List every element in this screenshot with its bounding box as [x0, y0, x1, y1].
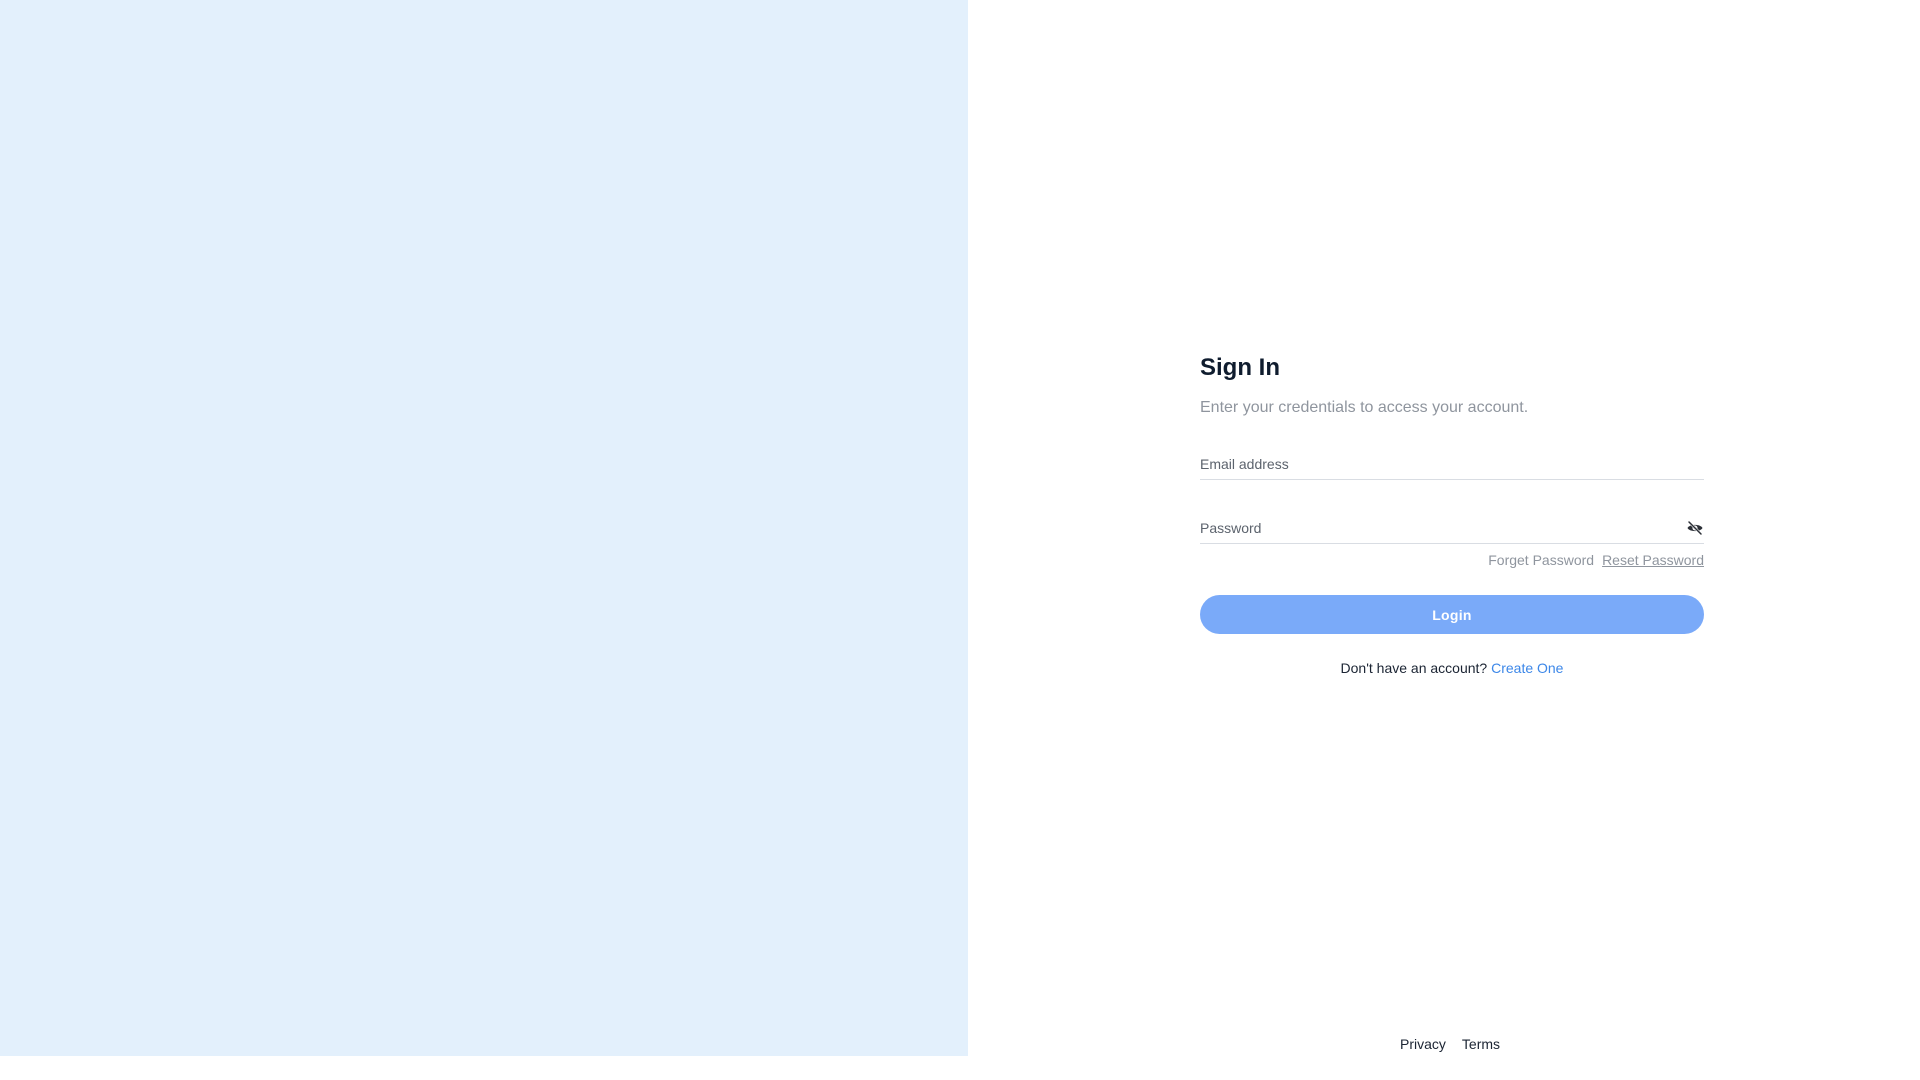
page-title: Sign In — [1200, 354, 1280, 381]
privacy-link[interactable]: Privacy — [1400, 1035, 1446, 1053]
footer-links: Privacy Terms — [1400, 1035, 1500, 1053]
email-field[interactable] — [1200, 448, 1704, 479]
create-account-link[interactable]: Create One — [1491, 660, 1563, 676]
password-field[interactable] — [1200, 512, 1704, 543]
password-field-container — [1200, 512, 1704, 544]
signin-form: Sign In Enter your credentials to access… — [1200, 350, 1704, 677]
page-subtitle: Enter your credentials to access your ac… — [1200, 399, 1529, 416]
forget-password-text: Forget Password — [1488, 552, 1595, 568]
login-button[interactable]: Login — [1200, 595, 1704, 634]
terms-link[interactable]: Terms — [1462, 1035, 1500, 1053]
password-help-row: Forget Password Reset Password — [1200, 551, 1704, 569]
left-illustration-panel — [0, 0, 968, 1056]
eye-off-icon[interactable] — [1686, 519, 1704, 537]
email-field-container — [1200, 448, 1704, 480]
reset-password-link[interactable]: Reset Password — [1602, 551, 1704, 569]
no-account-text: Don't have an account? — [1340, 660, 1488, 676]
signup-prompt: Don't have an account? Create One — [1200, 659, 1704, 677]
